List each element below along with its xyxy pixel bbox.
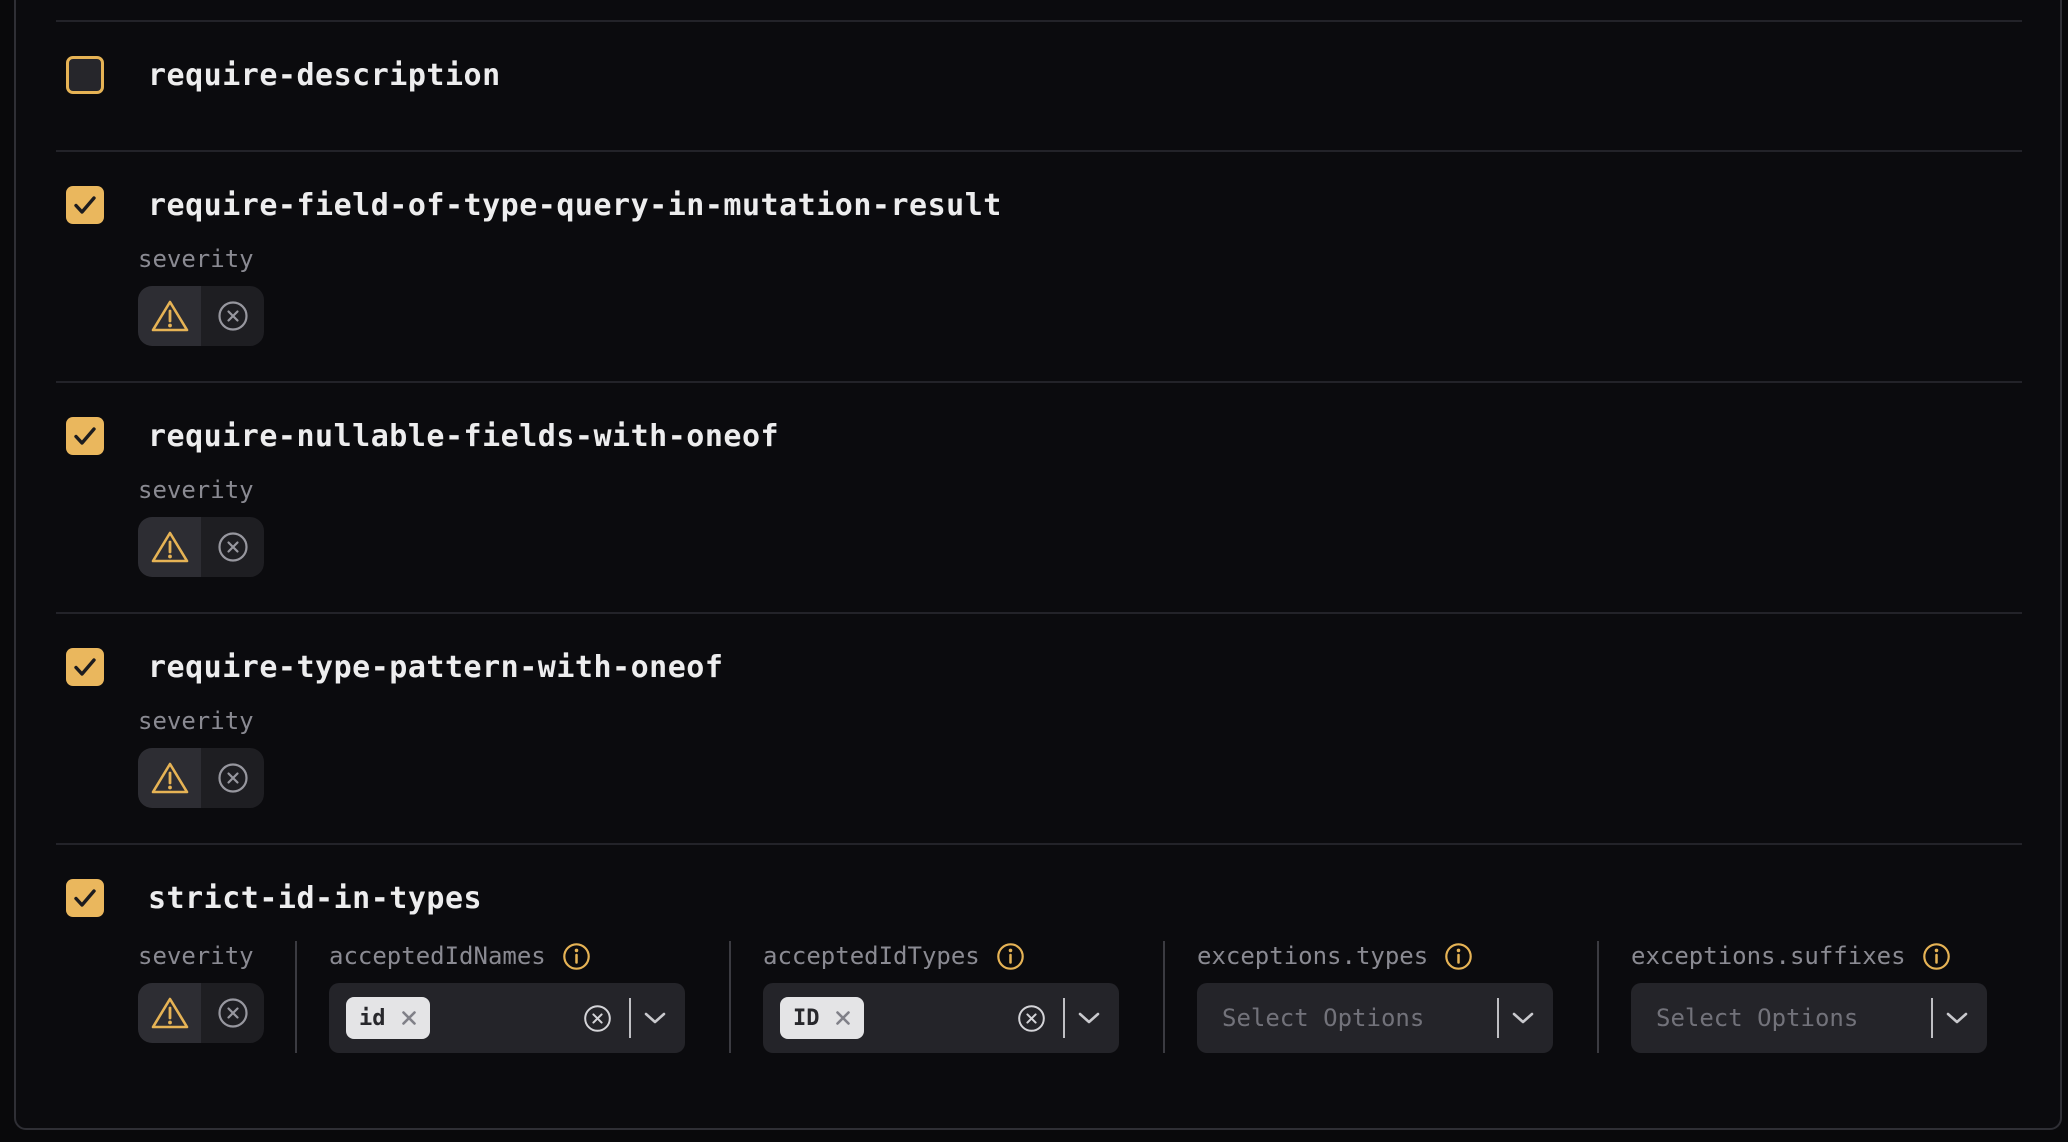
- rule-row-require-field-of-type-query-in-mutation-result: require-field-of-type-query-in-mutation-…: [56, 150, 2022, 381]
- warning-triangle-icon: [150, 760, 190, 796]
- rule-checkbox[interactable]: [66, 56, 104, 94]
- chevron-down-icon[interactable]: [643, 1011, 667, 1025]
- severity-off-button[interactable]: [201, 983, 264, 1043]
- severity-label: severity: [138, 475, 2022, 505]
- select-placeholder: Select Options: [1648, 1004, 1858, 1032]
- select-divider: [629, 998, 631, 1038]
- severity-warn-button[interactable]: [138, 983, 201, 1043]
- severity-off-button[interactable]: [201, 517, 264, 577]
- column-severity: severity: [138, 941, 295, 1053]
- accepted-id-types-multiselect[interactable]: ID: [763, 983, 1119, 1053]
- severity-warn-button[interactable]: [138, 517, 201, 577]
- tag-label: id: [359, 1006, 386, 1031]
- severity-label: severity: [138, 941, 264, 971]
- column-accepted-id-types: acceptedIdTypes ID: [729, 941, 1163, 1053]
- rule-options-columns: severity acceptedIdNames: [138, 941, 2022, 1053]
- severity-warn-button[interactable]: [138, 286, 201, 346]
- warning-triangle-icon: [150, 298, 190, 334]
- option-label: acceptedIdTypes: [763, 941, 980, 971]
- severity-toggle: [138, 748, 264, 808]
- circle-x-icon: [216, 996, 250, 1030]
- rule-name: require-description: [148, 58, 501, 93]
- column-exceptions-types: exceptions.types Select Options: [1163, 941, 1597, 1053]
- clear-all-icon[interactable]: [582, 1003, 613, 1034]
- severity-toggle: [138, 983, 264, 1043]
- rule-checkbox[interactable]: [66, 417, 104, 455]
- rule-name: require-type-pattern-with-oneof: [148, 650, 723, 685]
- select-placeholder: Select Options: [1214, 1004, 1424, 1032]
- tag-remove-icon[interactable]: [401, 1010, 417, 1026]
- selected-tag: id: [346, 997, 430, 1039]
- circle-x-icon: [216, 761, 250, 795]
- clear-all-icon[interactable]: [1016, 1003, 1047, 1034]
- option-label: exceptions.suffixes: [1631, 941, 1906, 971]
- chevron-down-icon[interactable]: [1077, 1011, 1101, 1025]
- info-icon[interactable]: [996, 942, 1025, 971]
- accepted-id-names-multiselect[interactable]: id: [329, 983, 685, 1053]
- checkmark-icon: [73, 888, 97, 908]
- severity-warn-button[interactable]: [138, 748, 201, 808]
- severity-toggle: [138, 517, 264, 577]
- rule-name: strict-id-in-types: [148, 881, 482, 916]
- warning-triangle-icon: [150, 529, 190, 565]
- rule-row-require-type-pattern-with-oneof: require-type-pattern-with-oneof severity: [56, 612, 2022, 843]
- rule-name: require-nullable-fields-with-oneof: [148, 419, 779, 454]
- rule-checkbox[interactable]: [66, 648, 104, 686]
- checkmark-icon: [73, 657, 97, 677]
- severity-off-button[interactable]: [201, 286, 264, 346]
- tag-label: ID: [793, 1006, 820, 1031]
- rule-checkbox[interactable]: [66, 186, 104, 224]
- select-divider: [1497, 998, 1499, 1038]
- rule-row-strict-id-in-types: strict-id-in-types severity: [56, 843, 2022, 1128]
- exceptions-types-multiselect[interactable]: Select Options: [1197, 983, 1553, 1053]
- select-divider: [1063, 998, 1065, 1038]
- option-label: exceptions.types: [1197, 941, 1428, 971]
- info-icon[interactable]: [1444, 942, 1473, 971]
- select-divider: [1931, 998, 1933, 1038]
- info-icon[interactable]: [562, 942, 591, 971]
- exceptions-suffixes-multiselect[interactable]: Select Options: [1631, 983, 1987, 1053]
- checkmark-icon: [73, 195, 97, 215]
- column-accepted-id-names: acceptedIdNames id: [295, 941, 729, 1053]
- warning-triangle-icon: [150, 995, 190, 1031]
- column-exceptions-suffixes: exceptions.suffixes Select Options: [1597, 941, 2031, 1053]
- rule-row-require-nullable-fields-with-oneof: require-nullable-fields-with-oneof sever…: [56, 381, 2022, 612]
- chevron-down-icon[interactable]: [1511, 1011, 1535, 1025]
- severity-toggle: [138, 286, 264, 346]
- severity-label: severity: [138, 706, 2022, 736]
- info-icon[interactable]: [1922, 942, 1951, 971]
- severity-off-button[interactable]: [201, 748, 264, 808]
- checkmark-icon: [73, 426, 97, 446]
- rule-checkbox[interactable]: [66, 879, 104, 917]
- circle-x-icon: [216, 530, 250, 564]
- rules-panel: require-description require-field-of-typ…: [14, 0, 2062, 1130]
- rule-name: require-field-of-type-query-in-mutation-…: [148, 188, 1002, 223]
- severity-label: severity: [138, 244, 2022, 274]
- option-label: acceptedIdNames: [329, 941, 546, 971]
- rule-row-require-description: require-description: [56, 20, 2022, 150]
- tag-remove-icon[interactable]: [835, 1010, 851, 1026]
- selected-tag: ID: [780, 997, 864, 1039]
- rules-list: require-description require-field-of-typ…: [56, 0, 2022, 1128]
- circle-x-icon: [216, 299, 250, 333]
- chevron-down-icon[interactable]: [1945, 1011, 1969, 1025]
